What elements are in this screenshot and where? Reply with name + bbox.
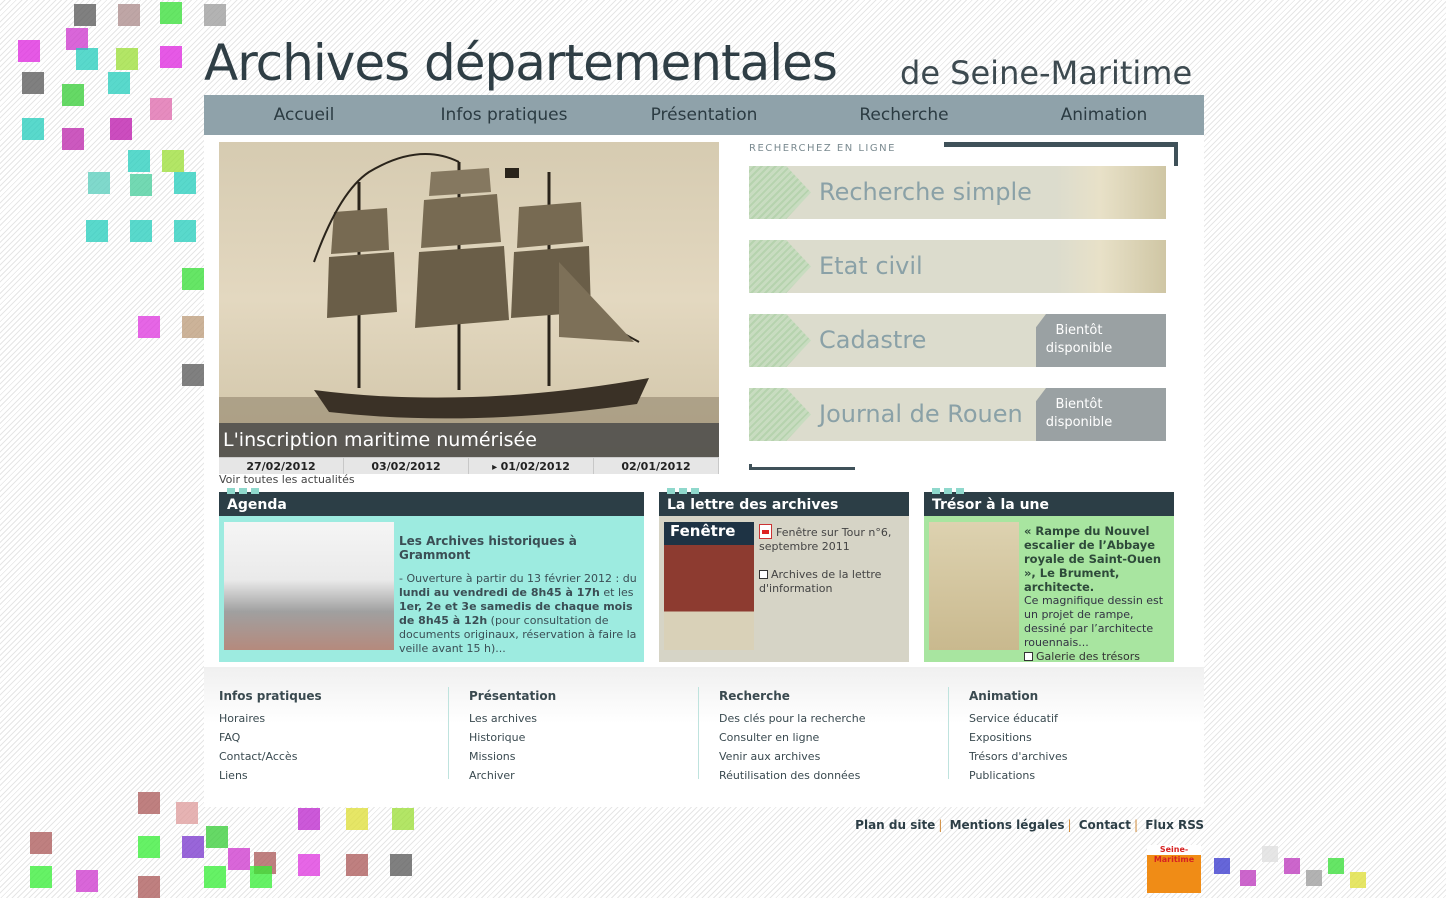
footer-divider [698, 687, 699, 779]
newsletter-box: La lettre des archives Fenêtre Fenêtre s… [659, 488, 909, 662]
nav-infos-pratiques[interactable]: Infos pratiques [404, 95, 604, 135]
footer-link[interactable]: Venir aux archives [719, 747, 949, 766]
footer-divider [448, 687, 449, 779]
footer-heading[interactable]: Présentation [469, 689, 699, 703]
slideshow-date-tabs: 27/02/2012 03/02/2012 01/02/2012 02/01/2… [219, 457, 719, 474]
etat-civil-button[interactable]: Etat civil [749, 240, 1166, 293]
footer-link[interactable]: Consulter en ligne [719, 728, 949, 747]
sitemap-link[interactable]: Plan du site [855, 818, 935, 832]
treasure-box: Trésor à la une « Rampe du Nouvel escali… [924, 488, 1174, 664]
footer-link[interactable]: Publications [969, 766, 1199, 785]
footer-link[interactable]: Expositions [969, 728, 1199, 747]
footer-heading[interactable]: Recherche [719, 689, 949, 703]
nav-presentation[interactable]: Présentation [604, 95, 804, 135]
chevron-right-icon [749, 166, 811, 219]
search-simple-button[interactable]: Recherche simple [749, 166, 1166, 219]
journal-de-rouen-button[interactable]: Journal de Rouen Bientôt disponible [749, 388, 1166, 441]
newsletter-pdf-link[interactable]: Fenêtre sur Tour n°6, septembre 2011 [759, 524, 904, 554]
footer-link[interactable]: Contact/Accès [219, 747, 449, 766]
footer-link[interactable]: Liens [219, 766, 449, 785]
footer-col-infos: Infos pratiques Horaires FAQ Contact/Acc… [219, 689, 449, 785]
external-link-icon [759, 570, 768, 579]
legal-links: Plan du site | Mentions légales | Contact |… [855, 818, 1204, 832]
pdf-icon [759, 524, 772, 539]
search-button-label: Recherche simple [819, 178, 1032, 206]
building-photo[interactable] [224, 522, 394, 650]
agenda-item-title[interactable]: Les Archives historiques à Grammont [399, 534, 639, 562]
nav-recherche[interactable]: Recherche [804, 95, 1004, 135]
site-subtitle: de Seine-Maritime [900, 54, 1193, 92]
footer-link[interactable]: Des clés pour la recherche [719, 709, 949, 728]
slide-tab-2[interactable]: 03/02/2012 [344, 458, 469, 474]
ship-illustration [219, 153, 719, 457]
chevron-right-icon [749, 314, 811, 367]
footer-link[interactable]: Missions [469, 747, 699, 766]
newsletter-archive-link[interactable]: Archives de la lettre d'information [759, 568, 904, 596]
search-button-label: Etat civil [819, 252, 923, 280]
footer-link[interactable]: Historique [469, 728, 699, 747]
footer-heading[interactable]: Infos pratiques [219, 689, 449, 703]
footer-link[interactable]: Archiver [469, 766, 699, 785]
nav-accueil[interactable]: Accueil [204, 95, 404, 135]
contact-link[interactable]: Contact [1079, 818, 1131, 832]
footer-col-recherche: Recherche Des clés pour la recherche Con… [719, 689, 949, 785]
footer-heading[interactable]: Animation [969, 689, 1199, 703]
footer-col-presentation: Présentation Les archives Historique Mis… [469, 689, 699, 785]
coming-soon-text: Bientôt disponible [1045, 323, 1113, 356]
search-button-label: Cadastre [819, 326, 927, 354]
footer-link[interactable]: Trésors d'archives [969, 747, 1199, 766]
agenda-box: Agenda Les Archives historiques à Grammo… [219, 488, 644, 662]
nav-animation[interactable]: Animation [1004, 95, 1204, 135]
search-button-label: Journal de Rouen [819, 400, 1023, 428]
treasure-title[interactable]: « Rampe du Nouvel escalier de l’Abbaye r… [1024, 524, 1172, 594]
slide-tab-1[interactable]: 27/02/2012 [219, 458, 344, 474]
rss-link[interactable]: Flux RSS [1145, 818, 1204, 832]
legal-notice-link[interactable]: Mentions légales [950, 818, 1065, 832]
map-thumbnail [1056, 166, 1166, 219]
coming-soon-text: Bientôt disponible [1045, 397, 1113, 430]
staircase-drawing[interactable] [929, 522, 1019, 650]
search-decor-bottom [749, 464, 855, 470]
footer-link[interactable]: Réutilisation des données [719, 766, 949, 785]
footer-col-animation: Animation Service éducatif Expositions T… [969, 689, 1199, 785]
search-section-title: RECHERCHEZ EN LIGNE [749, 143, 896, 154]
see-all-news-link[interactable]: Voir toutes les actualités [219, 473, 355, 486]
seine-maritime-logo[interactable]: Seine-Maritime [1147, 845, 1201, 893]
slide-tab-3[interactable]: 01/02/2012 [469, 458, 594, 474]
footer-link[interactable]: Les archives [469, 709, 699, 728]
newsletter-cover[interactable]: Fenêtre [664, 522, 754, 650]
treasure-text: Ce magnifique dessin est un projet de ra… [1024, 594, 1164, 649]
treasure-gallery-link[interactable]: Galerie des trésors [1024, 650, 1172, 664]
slideshow-image[interactable] [219, 142, 719, 457]
external-link-icon [1024, 652, 1033, 661]
footer-divider [948, 687, 949, 779]
treasure-heading[interactable]: Trésor à la une [924, 488, 1174, 516]
footer-link[interactable]: Horaires [219, 709, 449, 728]
newsletter-heading[interactable]: La lettre des archives [659, 488, 909, 516]
slide-tab-4[interactable]: 02/01/2012 [594, 458, 719, 474]
search-decor-bar [944, 142, 1178, 147]
chevron-right-icon [749, 240, 811, 293]
slideshow-caption[interactable]: L'inscription maritime numérisée [219, 423, 719, 457]
chevron-right-icon [749, 388, 811, 441]
manuscript-thumbnail [1056, 240, 1166, 293]
agenda-heading[interactable]: Agenda [219, 488, 644, 516]
site-title[interactable]: Archives départementales [204, 34, 838, 92]
agenda-item-text: - Ouverture à partir du 13 février 2012 … [399, 572, 637, 655]
search-decor-bar-right [1174, 142, 1178, 166]
main-nav: Accueil Infos pratiques Présentation Rec… [204, 95, 1204, 135]
footer-link[interactable]: Service éducatif [969, 709, 1199, 728]
footer-link[interactable]: FAQ [219, 728, 449, 747]
cadastre-button[interactable]: Cadastre Bientôt disponible [749, 314, 1166, 367]
footer-menu: Infos pratiques Horaires FAQ Contact/Acc… [204, 667, 1204, 807]
